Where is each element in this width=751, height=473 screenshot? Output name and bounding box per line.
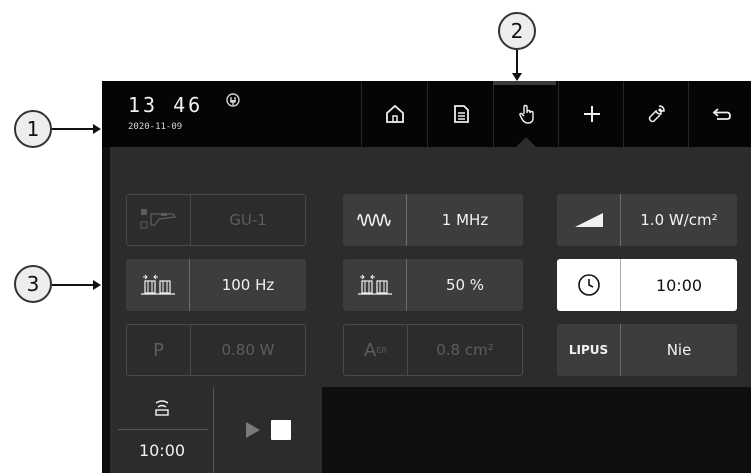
hand-icon	[518, 104, 534, 124]
pulse-frequency-tile[interactable]: 100 Hz	[126, 259, 306, 311]
active-tab-notch	[516, 137, 536, 147]
play-stop-button[interactable]	[214, 387, 322, 473]
stop-icon	[271, 420, 291, 440]
power-plug-icon	[226, 93, 240, 107]
treatment-separator	[118, 429, 208, 430]
duty-cycle-icon	[343, 259, 407, 311]
play-icon	[246, 422, 260, 438]
area-value: 0.8 cm²	[436, 341, 494, 359]
intensity-value: 1.0 W/cm²	[640, 211, 718, 229]
clock: 13 46	[128, 93, 204, 117]
plus-icon	[583, 106, 600, 122]
treatment-time: 10:00	[138, 441, 186, 460]
wrench-icon	[648, 105, 665, 123]
area-label-main: A	[364, 339, 377, 361]
nav-add-button[interactable]	[558, 81, 624, 147]
applicator-value: GU-1	[229, 211, 267, 229]
callout-3-arrow	[52, 280, 101, 290]
clock-icon	[557, 259, 621, 311]
lipus-value: Nie	[666, 341, 692, 359]
back-icon	[712, 108, 731, 120]
callout-1-arrow	[52, 124, 101, 134]
document-icon	[453, 105, 469, 123]
parameter-panel: GU-1 1 MHz 1.0 W/cm² 100 Hz 50 % 10:00 P…	[110, 147, 751, 387]
callout-3-label: 3	[26, 272, 40, 296]
area-label-sub: ER	[376, 345, 387, 355]
power-value: 0.80 W	[221, 341, 275, 359]
status-bar: 13 46 2020-11-09	[102, 81, 751, 147]
callout-3: 3	[14, 265, 52, 303]
power-tile[interactable]: P 0.80 W	[126, 324, 306, 376]
home-icon	[385, 104, 404, 123]
active-tab-indicator	[493, 81, 556, 85]
treatment-time-cell: 10:00	[110, 387, 214, 473]
treatment-control-bar: 10:00	[110, 387, 322, 473]
sine-wave-icon	[343, 194, 407, 246]
callout-2: 2	[498, 12, 536, 50]
callout-2-arrow	[512, 50, 522, 81]
nav-settings-button[interactable]	[623, 81, 689, 147]
nav-back-button[interactable]	[688, 81, 751, 147]
callout-1-label: 1	[26, 117, 40, 141]
date: 2020-11-09	[128, 122, 183, 132]
frequency-tile[interactable]: 1 MHz	[343, 194, 523, 246]
pulse-icon	[126, 259, 190, 311]
time-value: 10:00	[655, 275, 703, 295]
applicator-icon	[127, 195, 191, 245]
device-screen: 13 46 2020-11-09 GU-1 1 MHz 1.0 W/cm² 10…	[102, 81, 751, 473]
nav-home-button[interactable]	[361, 81, 427, 147]
ramp-icon	[557, 194, 621, 246]
duty-cycle-tile[interactable]: 50 %	[343, 259, 523, 311]
lipus-label: LIPUS	[557, 324, 621, 376]
duty-cycle-value: 50 %	[445, 276, 485, 294]
callout-2-label: 2	[510, 19, 524, 43]
area-label: A ER	[344, 325, 408, 375]
power-label: P	[127, 325, 191, 375]
frequency-value: 1 MHz	[441, 211, 489, 229]
nav-document-button[interactable]	[427, 81, 493, 147]
lipus-tile[interactable]: LIPUS Nie	[557, 324, 737, 376]
pulse-frequency-value: 100 Hz	[221, 276, 275, 294]
ultrasound-head-icon	[155, 400, 169, 416]
area-tile[interactable]: A ER 0.8 cm²	[343, 324, 523, 376]
applicator-tile[interactable]: GU-1	[126, 194, 306, 246]
intensity-tile[interactable]: 1.0 W/cm²	[557, 194, 737, 246]
time-tile[interactable]: 10:00	[557, 259, 737, 311]
callout-1: 1	[14, 110, 52, 148]
